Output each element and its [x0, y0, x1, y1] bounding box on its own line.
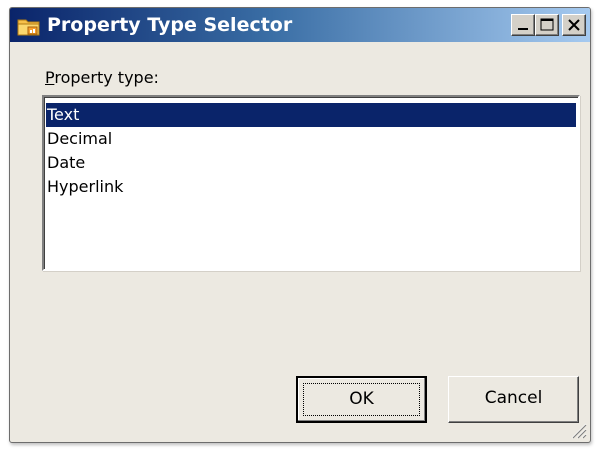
list-item-hyperlink[interactable]: Hyperlink [46, 175, 576, 199]
minimize-button[interactable] [511, 14, 535, 36]
list-item-text[interactable]: Text [46, 103, 576, 127]
cancel-button[interactable]: Cancel [448, 376, 579, 423]
property-type-listbox[interactable]: Text Decimal Date Hyperlink [42, 95, 580, 271]
ok-button-label: OK [349, 389, 374, 409]
list-item-date[interactable]: Date [46, 151, 576, 175]
cancel-button-label: Cancel [484, 388, 543, 408]
maximize-icon [540, 18, 554, 31]
close-icon [568, 19, 580, 31]
title-bar[interactable]: Property Type Selector [10, 8, 590, 42]
close-button[interactable] [562, 14, 586, 36]
maximize-button[interactable] [535, 14, 559, 36]
ok-button[interactable]: OK [296, 376, 427, 423]
folder-app-icon [17, 15, 41, 37]
minimize-icon [518, 28, 528, 30]
access-key: P [45, 68, 55, 87]
window-title: Property Type Selector [47, 14, 293, 36]
property-type-label-rest: roperty type: [54, 68, 159, 87]
resize-grip-icon[interactable] [567, 419, 587, 439]
property-type-label: Property type: [45, 68, 159, 88]
list-item-decimal[interactable]: Decimal [46, 127, 576, 151]
property-type-selector-dialog: Property Type Selector Property type: Te… [9, 7, 591, 443]
